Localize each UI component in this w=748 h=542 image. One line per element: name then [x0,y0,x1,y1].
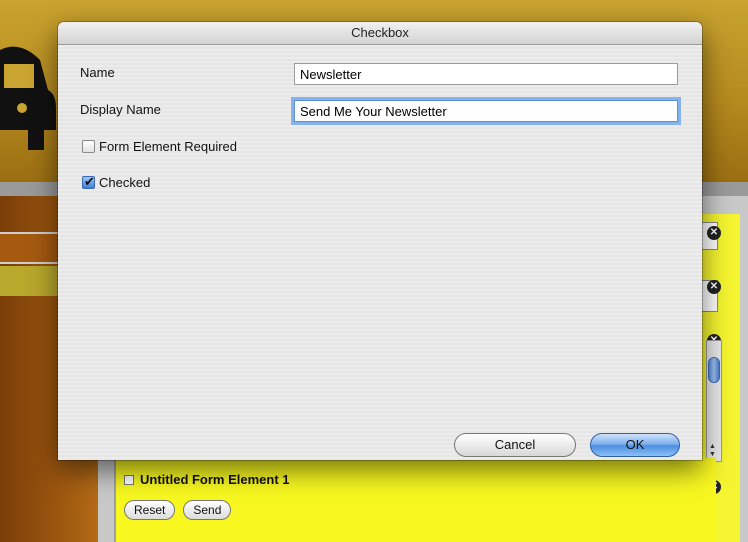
required-checkbox-label: Form Element Required [99,139,237,154]
close-icon[interactable]: ✕ [707,280,721,294]
ok-button[interactable]: OK [590,433,680,457]
form-element-row[interactable]: Untitled Form Element 1 [124,472,290,487]
dialog-title: Checkbox [58,22,702,45]
send-button[interactable]: Send [183,500,232,520]
display-name-input[interactable] [294,100,678,122]
form-buttons: Reset Send [124,500,232,520]
reset-button[interactable]: Reset [124,500,176,520]
display-name-label: Display Name [80,102,161,117]
cancel-button[interactable]: Cancel [454,433,576,457]
scrollbar[interactable]: ▲ ▼ [706,340,722,462]
form-element-checkbox[interactable] [124,474,134,485]
form-element-label: Untitled Form Element 1 [140,472,290,487]
name-label: Name [80,65,115,80]
checked-checkbox-label: Checked [99,175,151,190]
close-icon[interactable]: ✕ [707,226,721,240]
checked-checkbox[interactable] [82,174,95,190]
required-checkbox[interactable] [82,140,95,153]
scroll-arrows-icon[interactable]: ▲ ▼ [709,443,716,459]
car-icon [0,46,56,150]
dialog-body: Name Display Name Form Element Required … [58,45,702,460]
checked-checkbox-row[interactable]: Checked [82,174,151,190]
name-input[interactable] [294,63,678,85]
required-checkbox-row[interactable]: Form Element Required [82,139,237,154]
checkbox-dialog: Checkbox Name Display Name Form Element … [58,22,702,460]
scrollbar-thumb[interactable] [708,357,720,383]
